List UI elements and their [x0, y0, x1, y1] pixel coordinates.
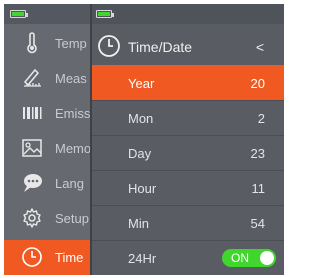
- sidebar-item-memo[interactable]: Memo: [4, 131, 90, 166]
- setting-row-day[interactable]: Day 23: [90, 135, 284, 170]
- sidebar-item-label: Lang: [55, 176, 84, 191]
- sidebar-item-label: Emiss: [55, 106, 90, 121]
- setting-row-year[interactable]: Year 20: [90, 65, 284, 100]
- battery-icon: [96, 10, 114, 18]
- setting-row-hour[interactable]: Hour 11: [90, 170, 284, 205]
- sidebar-item-label: Memo: [55, 141, 90, 156]
- sidebar-item-temp[interactable]: Temp: [4, 26, 90, 61]
- row-label: Min: [128, 216, 149, 231]
- row-label: Mon: [128, 111, 154, 126]
- row-value: 20: [250, 76, 265, 91]
- setting-row-min[interactable]: Min 54: [90, 205, 284, 240]
- row-value: 54: [250, 216, 265, 231]
- back-button[interactable]: <: [256, 39, 264, 55]
- chat-bubble-icon: [21, 172, 43, 194]
- thermometer-icon: [21, 32, 43, 54]
- page-title: Time/Date: [128, 39, 193, 55]
- image-icon: [21, 137, 43, 159]
- battery-icon: [10, 10, 28, 18]
- status-bar: [4, 4, 90, 24]
- sidebar-item-label: Time: [55, 250, 84, 265]
- setting-row-24hr[interactable]: 24Hr ON: [90, 240, 284, 275]
- row-label: 24Hr: [128, 251, 157, 266]
- sidebar-item-emiss[interactable]: Emiss: [4, 96, 90, 131]
- sidebar-item-setup[interactable]: Setup: [4, 201, 90, 236]
- row-value: 2: [257, 111, 265, 126]
- panel-header: Time/Date <: [90, 31, 284, 63]
- status-bar: [90, 4, 284, 24]
- gear-icon: [21, 207, 43, 229]
- sidebar-item-meas[interactable]: Meas: [4, 61, 90, 96]
- row-value: 23: [250, 146, 265, 161]
- sidebar-item-lang[interactable]: Lang: [4, 166, 90, 201]
- ruler-pen-icon: [21, 67, 43, 89]
- sidebar-item-label: Temp: [55, 36, 87, 51]
- clock-icon: [97, 34, 121, 58]
- sidebar-item-label: Meas: [55, 71, 87, 86]
- panel-divider: [90, 4, 92, 275]
- barcode-icon: [21, 102, 43, 124]
- toggle-knob: [260, 251, 274, 265]
- row-label: Hour: [128, 181, 157, 196]
- toggle-state-label: ON: [231, 251, 249, 265]
- row-label: Year: [128, 76, 155, 91]
- row-label: Day: [128, 146, 152, 161]
- clock-icon: [21, 246, 43, 268]
- row-value: 11: [251, 181, 266, 196]
- time-date-panel: Time/Date < Year 20 Mon 2 Day 23 Hour 11…: [90, 4, 284, 275]
- sidebar-menu: Temp Meas Emiss Memo Lang Setup Time: [4, 4, 90, 275]
- setting-row-mon[interactable]: Mon 2: [90, 100, 284, 135]
- sidebar-item-time[interactable]: Time: [4, 240, 90, 275]
- 24hr-toggle[interactable]: ON: [222, 249, 276, 267]
- sidebar-item-label: Setup: [55, 211, 89, 226]
